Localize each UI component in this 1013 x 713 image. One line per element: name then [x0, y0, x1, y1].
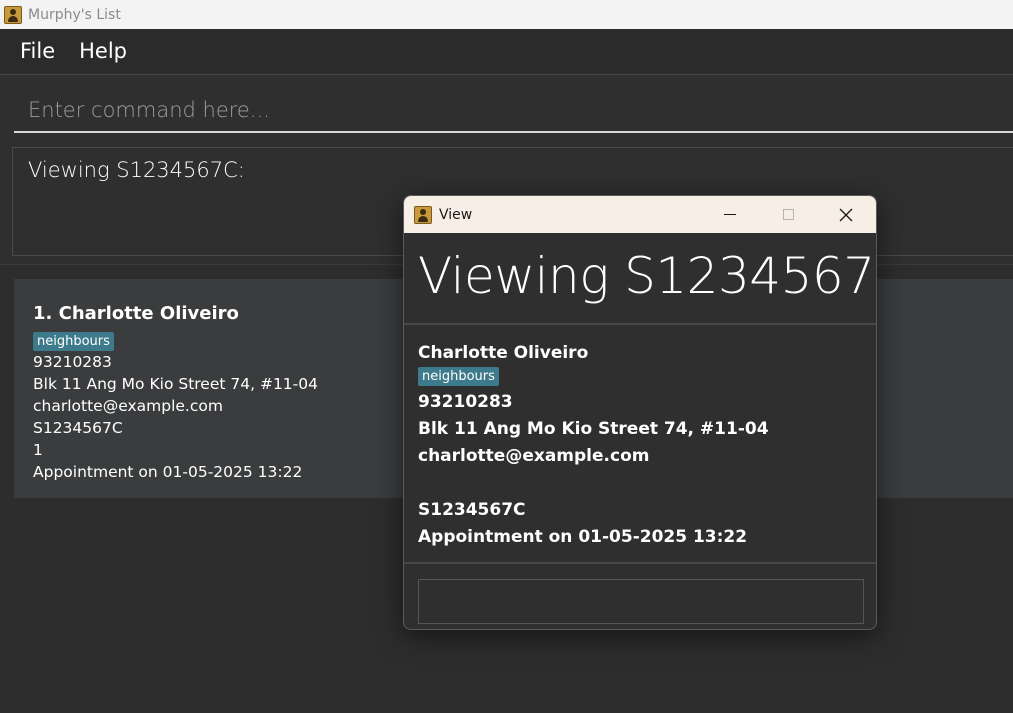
window-title: Murphy's List	[28, 6, 121, 23]
minimize-button[interactable]	[701, 196, 759, 233]
maximize-icon	[782, 209, 794, 220]
person-appointment: Appointment on 01-05-2025 13:22	[33, 463, 303, 481]
person-email: charlotte@example.com	[33, 397, 223, 415]
close-icon	[839, 208, 853, 221]
detail-appointment: Appointment on 01-05-2025 13:22	[418, 527, 748, 547]
menu-file[interactable]: File	[20, 39, 55, 63]
window-titlebar: Murphy's List	[0, 0, 1013, 29]
app-icon	[4, 5, 22, 24]
detail-email: charlotte@example.com	[418, 446, 650, 466]
command-input[interactable]	[14, 89, 1013, 133]
dialog-heading: Viewing S1234567C:	[418, 247, 877, 305]
maximize-button[interactable]	[759, 196, 817, 233]
dialog-title: View	[439, 206, 473, 223]
person-name: 1. Charlotte Oliveiro	[33, 303, 239, 324]
dialog-text-area[interactable]	[418, 579, 864, 624]
person-priority: 1	[33, 441, 43, 459]
view-dialog: View Viewing S1234567C: Charlotte Olivei…	[403, 195, 877, 630]
command-area	[0, 74, 1013, 140]
detail-address: Blk 11 Ang Mo Kio Street 74, #11-04	[418, 419, 769, 439]
menu-help[interactable]: Help	[79, 39, 127, 63]
detail-tag-badge: neighbours	[418, 367, 499, 386]
dialog-titlebar[interactable]: View	[404, 196, 876, 233]
tag-badge: neighbours	[33, 332, 114, 351]
person-phone: 93210283	[33, 353, 112, 371]
detail-name: Charlotte Oliveiro	[418, 343, 589, 363]
dialog-details: Charlotte Oliveiro neighbours 93210283 B…	[404, 327, 876, 564]
minimize-icon	[724, 214, 736, 215]
close-button[interactable]	[817, 196, 875, 233]
detail-nric: S1234567C	[418, 500, 526, 520]
detail-phone: 93210283	[418, 392, 513, 412]
result-text: Viewing S1234567C:	[28, 158, 245, 182]
menu-bar: File Help	[0, 29, 1013, 73]
dialog-header: Viewing S1234567C:	[404, 233, 877, 325]
person-address: Blk 11 Ang Mo Kio Street 74, #11-04	[33, 375, 318, 393]
person-nric: S1234567C	[33, 419, 123, 437]
dialog-app-icon	[414, 205, 432, 224]
